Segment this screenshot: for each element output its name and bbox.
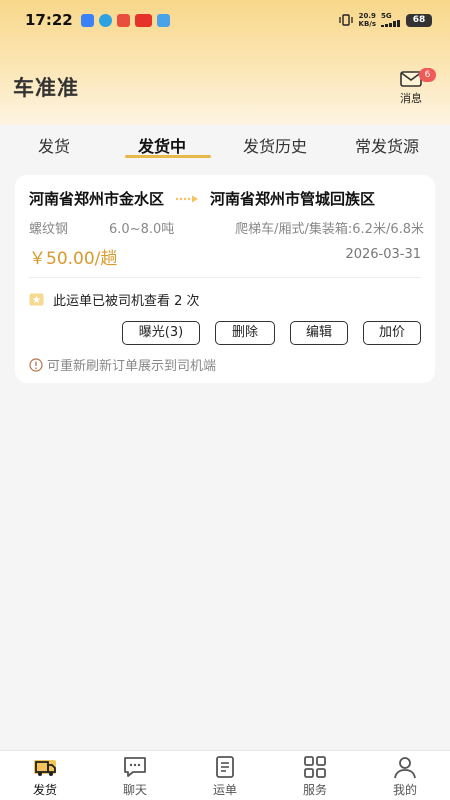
app-notification-icon	[134, 13, 152, 27]
origin-address: 河南省郑州市金水区	[29, 190, 165, 208]
expose-button[interactable]: 曝光(3)	[122, 321, 200, 345]
grid-icon	[304, 756, 326, 778]
chat-icon	[124, 757, 146, 777]
status-time: 17:22	[25, 11, 73, 29]
bottom-nav: 发货 聊天 运单 服务 我的	[0, 750, 450, 800]
divider	[29, 277, 421, 278]
tab-bar: 发货 发货中 发货历史 常发货源	[0, 130, 450, 164]
vibrate-icon	[338, 14, 353, 26]
network-type: 5G	[381, 12, 392, 20]
app-notification-icon	[80, 13, 94, 27]
app-notification-icon	[156, 13, 170, 27]
cargo-name: 螺纹钢	[29, 222, 69, 237]
refresh-tip: 可重新刷新订单展示到司机端	[29, 355, 216, 374]
message-label: 消息	[400, 92, 422, 105]
tab-ship[interactable]: 发货	[38, 133, 70, 157]
nav-service[interactable]: 服务	[270, 751, 360, 800]
message-count-badge: 6	[419, 68, 436, 82]
delete-button[interactable]: 删除	[215, 321, 275, 345]
telegram-icon	[98, 13, 112, 27]
view-notice: 此运单已被司机查看 2 次	[29, 290, 200, 309]
cargo-weight: 6.0~8.0吨	[109, 222, 175, 237]
net-speed-value: 20.9	[358, 12, 376, 20]
destination-address: 河南省郑州市管城回族区	[210, 190, 376, 208]
messages-button[interactable]: 6 消息	[397, 68, 437, 108]
info-icon	[29, 357, 43, 372]
nav-label: 发货	[32, 783, 57, 797]
status-bar: 17:22 20.9 KB/s 5G 68	[0, 0, 450, 40]
net-speed-unit: KB/s	[358, 20, 376, 28]
nav-label: 服务	[302, 783, 327, 797]
signal-icon	[381, 20, 400, 27]
nav-chat[interactable]: 聊天	[90, 751, 180, 800]
user-icon	[394, 757, 416, 779]
edit-button[interactable]: 编辑	[290, 321, 348, 345]
battery-indicator: 68	[406, 13, 432, 27]
order-card[interactable]: 河南省郑州市金水区 河南省郑州市管城回族区 螺纹钢 6.0~8.0吨 爬梯车/厢…	[15, 175, 435, 383]
app-notification-icon	[116, 13, 130, 27]
net-speed: 20.9 KB/s	[359, 12, 376, 28]
signal-indicator: 5G	[381, 13, 401, 27]
nav-waybill[interactable]: 运单	[180, 751, 270, 800]
order-date: 2026-03-31	[345, 247, 421, 262]
nav-label: 我的	[392, 783, 417, 797]
add-price-button[interactable]: 加价	[363, 321, 421, 345]
nav-profile[interactable]: 我的	[360, 751, 450, 800]
tab-history[interactable]: 发货历史	[243, 133, 307, 157]
nav-ship[interactable]: 发货	[0, 751, 90, 800]
view-notice-text: 此运单已被司机查看 2 次	[53, 294, 200, 309]
tab-shipping[interactable]: 发货中	[138, 133, 186, 157]
app-title: 车准准	[13, 76, 79, 100]
nav-label: 运单	[212, 783, 237, 797]
truck-icon	[34, 760, 56, 776]
star-badge-icon	[29, 293, 44, 306]
active-tab-indicator	[125, 155, 211, 158]
refresh-tip-text: 可重新刷新订单展示到司机端	[47, 359, 217, 374]
document-icon	[216, 756, 234, 778]
route: 河南省郑州市金水区 河南省郑州市管城回族区	[29, 188, 424, 209]
route-arrow-icon	[175, 195, 199, 203]
tab-frequent-sources[interactable]: 常发货源	[355, 133, 419, 157]
nav-label: 聊天	[122, 783, 147, 797]
truck-requirements: 爬梯车/厢式/集装箱:6.2米/6.8米	[235, 222, 424, 237]
freight-price: ￥50.00/趟	[29, 249, 118, 269]
